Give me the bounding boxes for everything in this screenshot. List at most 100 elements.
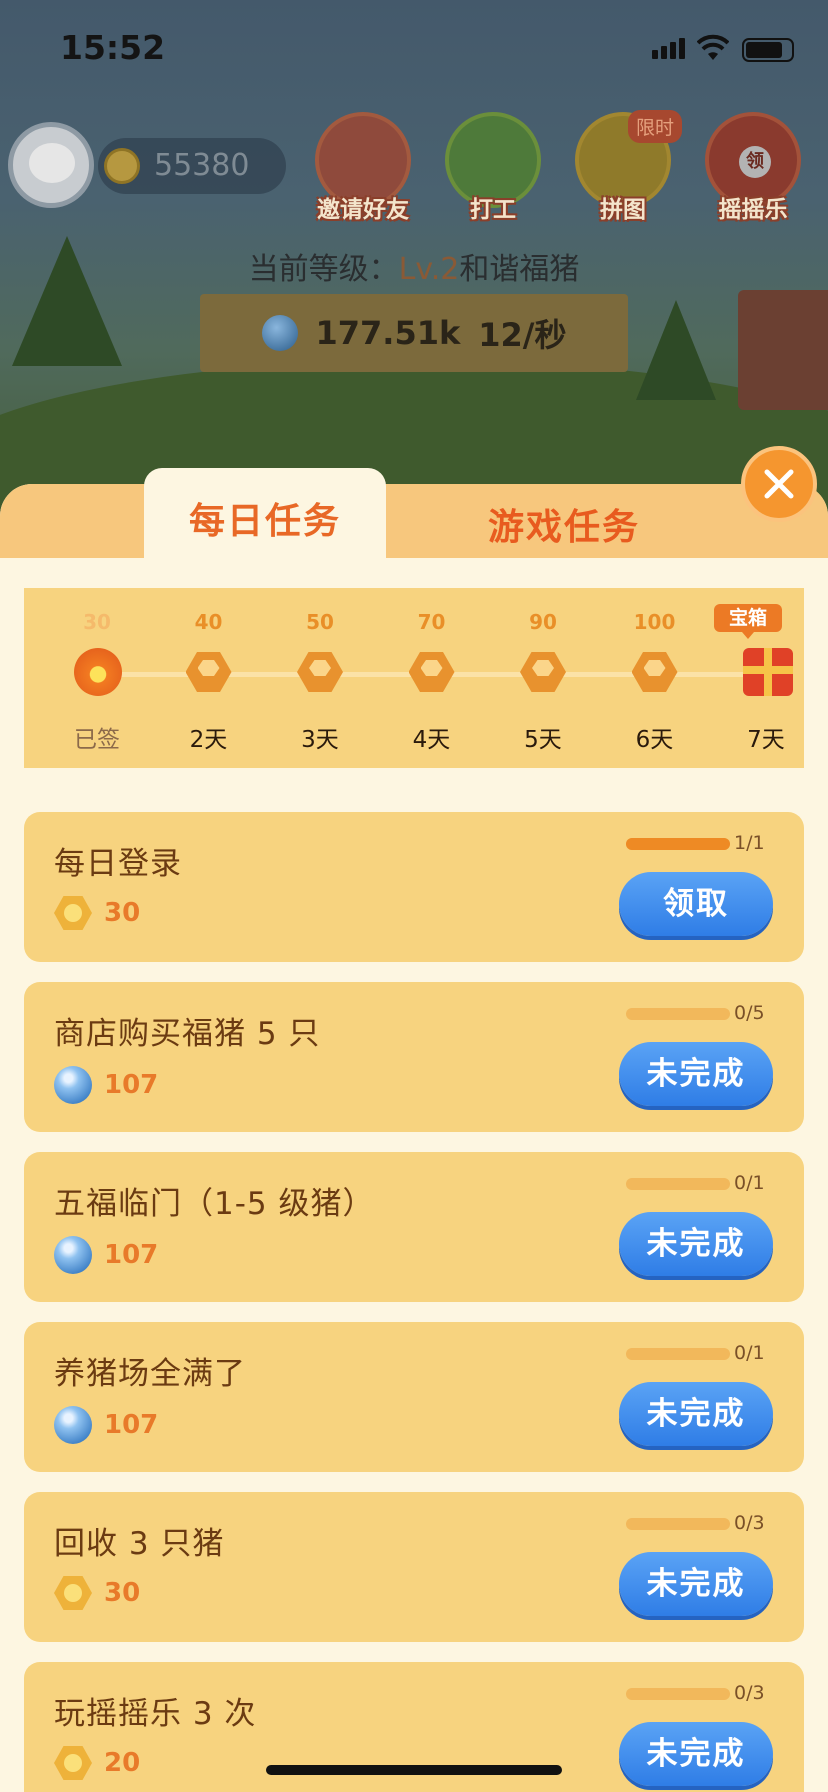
task-reward-value: 20 <box>104 1748 141 1778</box>
task-progress-bar <box>626 1688 730 1700</box>
tab-game-tasks[interactable]: 游戏任务 <box>488 498 640 550</box>
gem-icon <box>261 315 298 351</box>
work-label: 打工 <box>470 197 516 223</box>
barn <box>738 290 828 410</box>
battery-icon <box>742 38 794 62</box>
task-progress-text: 0/3 <box>734 1512 765 1534</box>
sign-in-day-label: 4天 <box>412 727 451 753</box>
task-progress-bar <box>626 1008 730 1020</box>
claim-button[interactable]: 领取 <box>619 872 773 936</box>
home-indicator <box>266 1765 562 1775</box>
level-value: Lv.2 <box>398 252 460 287</box>
sign-in-day-label: 3天 <box>301 727 339 753</box>
invite-friends-button[interactable]: 邀请好友 <box>313 112 413 223</box>
task-reward-value: 107 <box>104 1240 159 1270</box>
task-card: 养猪场全满了 107 0/1 未完成 <box>24 1322 804 1472</box>
task-title: 五福临门（1-5 级猪） <box>54 1186 375 1222</box>
task-reward: 107 <box>54 1406 158 1444</box>
gem-icon <box>54 1066 92 1104</box>
task-reward: 107 <box>54 1066 158 1104</box>
task-title: 玩摇摇乐 3 次 <box>54 1696 257 1732</box>
sign-in-day-label: 6天 <box>635 727 674 753</box>
task-card: 商店购买福猪 5 只 107 0/5 未完成 <box>24 982 804 1132</box>
close-button[interactable] <box>741 446 817 522</box>
limited-time-badge: 限时 <box>628 110 683 143</box>
coin-balance: 55380 <box>98 138 286 194</box>
shake-label: 摇摇乐 <box>718 197 788 223</box>
sign-in-day-label: 7天 <box>747 727 785 753</box>
task-title: 每日登录 <box>54 846 182 882</box>
task-reward: 20 <box>54 1746 140 1780</box>
task-progress-bar <box>626 1348 730 1360</box>
treasure-box-tag: 宝箱 <box>714 604 782 639</box>
coin-icon <box>54 1746 92 1780</box>
task-reward-value: 30 <box>104 898 141 928</box>
status-bar: 15:52 <box>0 0 828 100</box>
task-progress-text: 0/1 <box>734 1342 765 1364</box>
incomplete-button[interactable]: 未完成 <box>619 1042 773 1106</box>
sign-in-day-label: 5天 <box>524 727 562 753</box>
claim-badge: 领 <box>739 146 771 178</box>
incomplete-button[interactable]: 未完成 <box>619 1552 773 1616</box>
sign-in-points: 70 <box>417 610 446 634</box>
task-reward-value: 107 <box>104 1410 159 1440</box>
task-card: 每日登录 30 1/1 领取 <box>24 812 804 962</box>
incomplete-button[interactable]: 未完成 <box>619 1382 773 1446</box>
signed-check-icon <box>74 648 122 696</box>
sign-in-day-label: 2天 <box>189 727 228 753</box>
task-progress-bar <box>626 1518 730 1530</box>
coin-icon <box>520 648 566 694</box>
task-card: 回收 3 只猪 30 0/3 未完成 <box>24 1492 804 1642</box>
production-rate: 177.51k 12/秒 <box>200 294 628 372</box>
level-name: 和谐福猪 <box>459 252 580 287</box>
coin-icon <box>631 648 678 694</box>
wifi-icon <box>697 34 729 60</box>
task-reward: 107 <box>54 1236 158 1274</box>
rate-speed: 12/秒 <box>478 316 567 354</box>
task-progress-text: 0/3 <box>734 1682 765 1704</box>
close-icon <box>764 469 794 499</box>
avatar[interactable] <box>8 122 94 208</box>
incomplete-button[interactable]: 未完成 <box>619 1212 773 1276</box>
sign-in-points: 50 <box>306 610 334 634</box>
task-reward-value: 30 <box>104 1578 141 1608</box>
status-time: 15:52 <box>60 28 166 67</box>
gem-icon <box>54 1406 92 1444</box>
work-button[interactable]: 打工 <box>443 112 543 223</box>
coin-icon <box>185 648 232 694</box>
sign-in-points: 90 <box>529 610 557 634</box>
puzzle-label: 拼图 <box>600 197 646 223</box>
rate-amount: 177.51k <box>315 314 461 352</box>
task-reward-value: 107 <box>104 1070 159 1100</box>
task-title: 回收 3 只猪 <box>54 1526 225 1562</box>
sign-in-strip: 30 已签 40 2天 50 3天 70 4天 90 5天 100 6天 7天 <box>24 588 804 768</box>
task-progress-bar <box>626 838 730 850</box>
sign-in-points: 100 <box>633 610 676 634</box>
gift-icon <box>743 648 793 696</box>
coin-icon <box>104 148 140 184</box>
task-reward: 30 <box>54 1576 140 1610</box>
incomplete-button[interactable]: 未完成 <box>619 1722 773 1786</box>
task-title: 养猪场全满了 <box>54 1356 246 1392</box>
task-progress-bar <box>626 1178 730 1190</box>
coin-icon <box>54 1576 92 1610</box>
task-title: 商店购买福猪 5 只 <box>54 1016 321 1052</box>
task-progress-text: 1/1 <box>734 832 765 854</box>
current-level: 当前等级：Lv.2和谐福猪 <box>0 244 828 288</box>
task-progress-text: 0/5 <box>734 1002 765 1024</box>
invite-friends-label: 邀请好友 <box>317 197 409 223</box>
task-reward: 30 <box>54 896 140 930</box>
cellular-signal-icon <box>652 38 685 59</box>
sign-in-day-label: 已签 <box>74 727 120 753</box>
shake-button[interactable]: 领 摇摇乐 <box>703 112 803 223</box>
sign-in-points: 40 <box>194 610 223 634</box>
tab-daily-label: 每日任务 <box>188 501 341 542</box>
coin-icon <box>297 648 343 694</box>
task-progress-text: 0/1 <box>734 1172 765 1194</box>
sign-in-points: 30 <box>83 610 111 634</box>
screen: 15:52 55380 邀请好友 打工 拼图 限时 领 摇摇乐 当前等级：Lv. <box>0 0 828 1792</box>
level-prefix: 当前等级： <box>248 252 399 287</box>
coin-icon <box>408 648 455 694</box>
tab-daily-tasks[interactable]: 每日任务 <box>144 468 386 560</box>
tree <box>636 300 716 400</box>
